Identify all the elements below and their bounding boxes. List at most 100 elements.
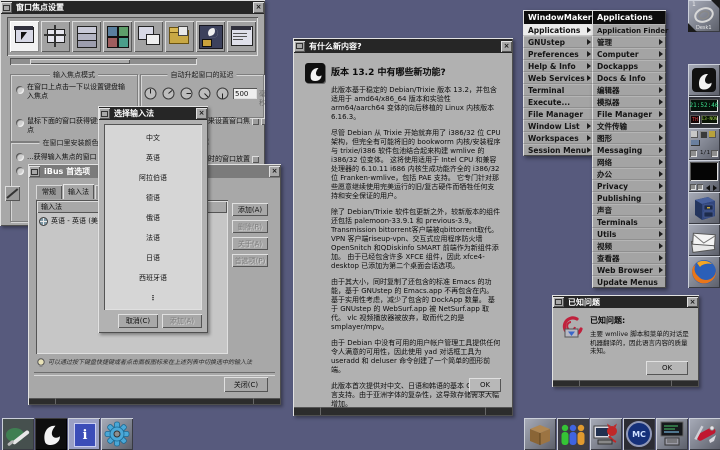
clip-workspace-tile[interactable]: 1 Desk1: [688, 0, 720, 32]
daemon-console-app-icon[interactable]: [590, 418, 622, 450]
package-app-icon[interactable]: [524, 418, 556, 450]
miniaturize-button[interactable]: [1, 2, 12, 13]
delay-dial-icon[interactable]: [198, 87, 211, 100]
focus-click-radio[interactable]: [16, 86, 24, 94]
cancel-button[interactable]: 取消(C): [118, 314, 158, 328]
menu-item-network[interactable]: 网络: [592, 156, 666, 168]
toolbar-scrollbar[interactable]: [10, 58, 197, 65]
remove-button[interactable]: 删除(R): [232, 220, 268, 233]
close-icon[interactable]: ×: [269, 166, 280, 177]
menu-item-computer[interactable]: Computer: [592, 48, 666, 60]
toolbar-icon-expert[interactable]: [227, 21, 256, 52]
menu-item-web-services[interactable]: Web Services: [523, 72, 594, 84]
pager-prev-button[interactable]: [690, 150, 697, 157]
menu-item-execute[interactable]: Execute...: [523, 96, 594, 108]
menu-item-docs-info[interactable]: Docs & Info: [592, 72, 666, 84]
language-option[interactable]: 英语: [104, 148, 202, 168]
menu-item-terminal[interactable]: Terminal: [523, 84, 594, 96]
paint-tool-app-icon[interactable]: [2, 418, 34, 450]
option-icon[interactable]: [252, 156, 259, 163]
menu-item-viewers[interactable]: 查看器: [592, 252, 666, 264]
menu-item-session-menu[interactable]: Session Menu: [523, 144, 594, 156]
menu-item-messaging[interactable]: Messaging: [592, 144, 666, 156]
wmaker-app-icon[interactable]: [35, 418, 67, 450]
toolbar-icon-menu-prefs[interactable]: [134, 21, 163, 52]
toolbar-icon-workspaces[interactable]: [103, 21, 132, 52]
about-button[interactable]: 关于(A): [232, 237, 268, 250]
delay-dial-icon[interactable]: [144, 87, 157, 100]
menu-item-admin[interactable]: 管理: [592, 36, 666, 48]
menu-item-graphics[interactable]: 图形: [592, 132, 666, 144]
tools-knife-app-icon[interactable]: [689, 418, 720, 450]
tv-button[interactable]: [697, 184, 703, 190]
toolbar-icon-search-path[interactable]: [165, 21, 194, 52]
toolbar-icon-window-handling[interactable]: [41, 21, 70, 52]
add-button[interactable]: 添加(A): [232, 203, 268, 216]
colormap-pointer-radio[interactable]: [16, 167, 24, 175]
pager-dockapp[interactable]: 1/1: [688, 128, 720, 160]
add-button[interactable]: 添加(A): [162, 314, 202, 328]
preferences-button[interactable]: 首选项(P): [232, 254, 268, 267]
tab-general[interactable]: 常规: [36, 185, 62, 199]
language-option[interactable]: 德语: [104, 188, 202, 208]
language-option[interactable]: 俄语: [104, 208, 202, 228]
known-issues-titlebar[interactable]: 已知问题 ×: [553, 296, 698, 308]
clock-dockapp[interactable]: 21:52:46 TH 13-NOV: [688, 96, 720, 128]
menu-item-gnustep[interactable]: GNUstep: [523, 36, 594, 48]
close-icon[interactable]: ×: [501, 41, 512, 52]
toolbar-icon-window-stacking[interactable]: [72, 21, 101, 52]
next-arrow-icon[interactable]: [713, 185, 717, 191]
option-icon[interactable]: [261, 118, 265, 125]
close-icon[interactable]: ×: [253, 2, 264, 13]
language-option[interactable]: 西班牙语: [104, 268, 202, 288]
pager-next-button[interactable]: [711, 150, 718, 157]
menu-item-file-manager[interactable]: File Manager: [592, 108, 666, 120]
menu-item-utils[interactable]: Utils: [592, 228, 666, 240]
language-option[interactable]: 法语: [104, 228, 202, 248]
info-app-icon[interactable]: i: [68, 418, 100, 450]
menu-item-workspaces[interactable]: Workspaces: [523, 132, 594, 144]
midnight-commander-app-icon[interactable]: MC: [623, 418, 655, 450]
toolbar-icon-appearance[interactable]: [196, 21, 225, 52]
mail-app-icon[interactable]: [688, 224, 720, 256]
miniaturize-button[interactable]: [29, 166, 40, 177]
menu-item-application-finder[interactable]: Application Finder: [592, 24, 666, 36]
menu-item-file-transfer[interactable]: 文件传输: [592, 120, 666, 132]
menu-item-preferences[interactable]: Preferences: [523, 48, 594, 60]
colormap-focus-radio[interactable]: [16, 153, 24, 161]
wprefs-titlebar[interactable]: 窗口焦点设置 ×: [1, 1, 264, 14]
resize-bar[interactable]: [553, 380, 698, 386]
miniaturize-button[interactable]: [553, 297, 564, 307]
tv-dockapp[interactable]: [688, 160, 720, 192]
delay-dial-icon[interactable]: [216, 87, 229, 100]
toolbar-icon-window-focus[interactable]: [10, 21, 39, 52]
language-option[interactable]: 中文: [104, 128, 202, 148]
users-app-icon[interactable]: [557, 418, 589, 450]
menu-item-terminals[interactable]: Terminals: [592, 216, 666, 228]
resize-bar[interactable]: [29, 398, 280, 404]
select-im-titlebar[interactable]: 选择输入法 ×: [99, 107, 207, 120]
wprefs-gear-app-icon[interactable]: [101, 418, 133, 450]
menu-item-web-browser[interactable]: Web Browser: [592, 264, 666, 276]
delay-input[interactable]: 500: [233, 88, 257, 99]
file-cabinet-app-icon[interactable]: [688, 192, 720, 224]
close-icon[interactable]: ×: [687, 297, 698, 307]
menu-item-help-info[interactable]: Help & Info: [523, 60, 594, 72]
miniaturize-button[interactable]: [99, 108, 110, 119]
language-option[interactable]: 日语: [104, 248, 202, 268]
menu-item-privacy[interactable]: Privacy: [592, 180, 666, 192]
system-console-app-icon[interactable]: [656, 418, 688, 450]
menu-item-file-manager[interactable]: File Manager: [523, 108, 594, 120]
firefox-app-icon[interactable]: [688, 256, 720, 288]
menu-item-window-list[interactable]: Window List: [523, 120, 594, 132]
menu-item-applications[interactable]: Applications: [523, 24, 594, 36]
menu-item-update-menus[interactable]: Update Menus: [592, 276, 666, 288]
delay-dial-icon[interactable]: [162, 87, 175, 100]
menu-item-emulators[interactable]: 模拟器: [592, 96, 666, 108]
menu-item-publishing[interactable]: Publishing: [592, 192, 666, 204]
wmaker-dock-tile[interactable]: [688, 64, 720, 96]
tv-button[interactable]: [690, 184, 696, 190]
prev-arrow-icon[interactable]: [706, 185, 710, 191]
menu-item-sound[interactable]: 声音: [592, 204, 666, 216]
balloon-help-icon[interactable]: [5, 186, 20, 201]
